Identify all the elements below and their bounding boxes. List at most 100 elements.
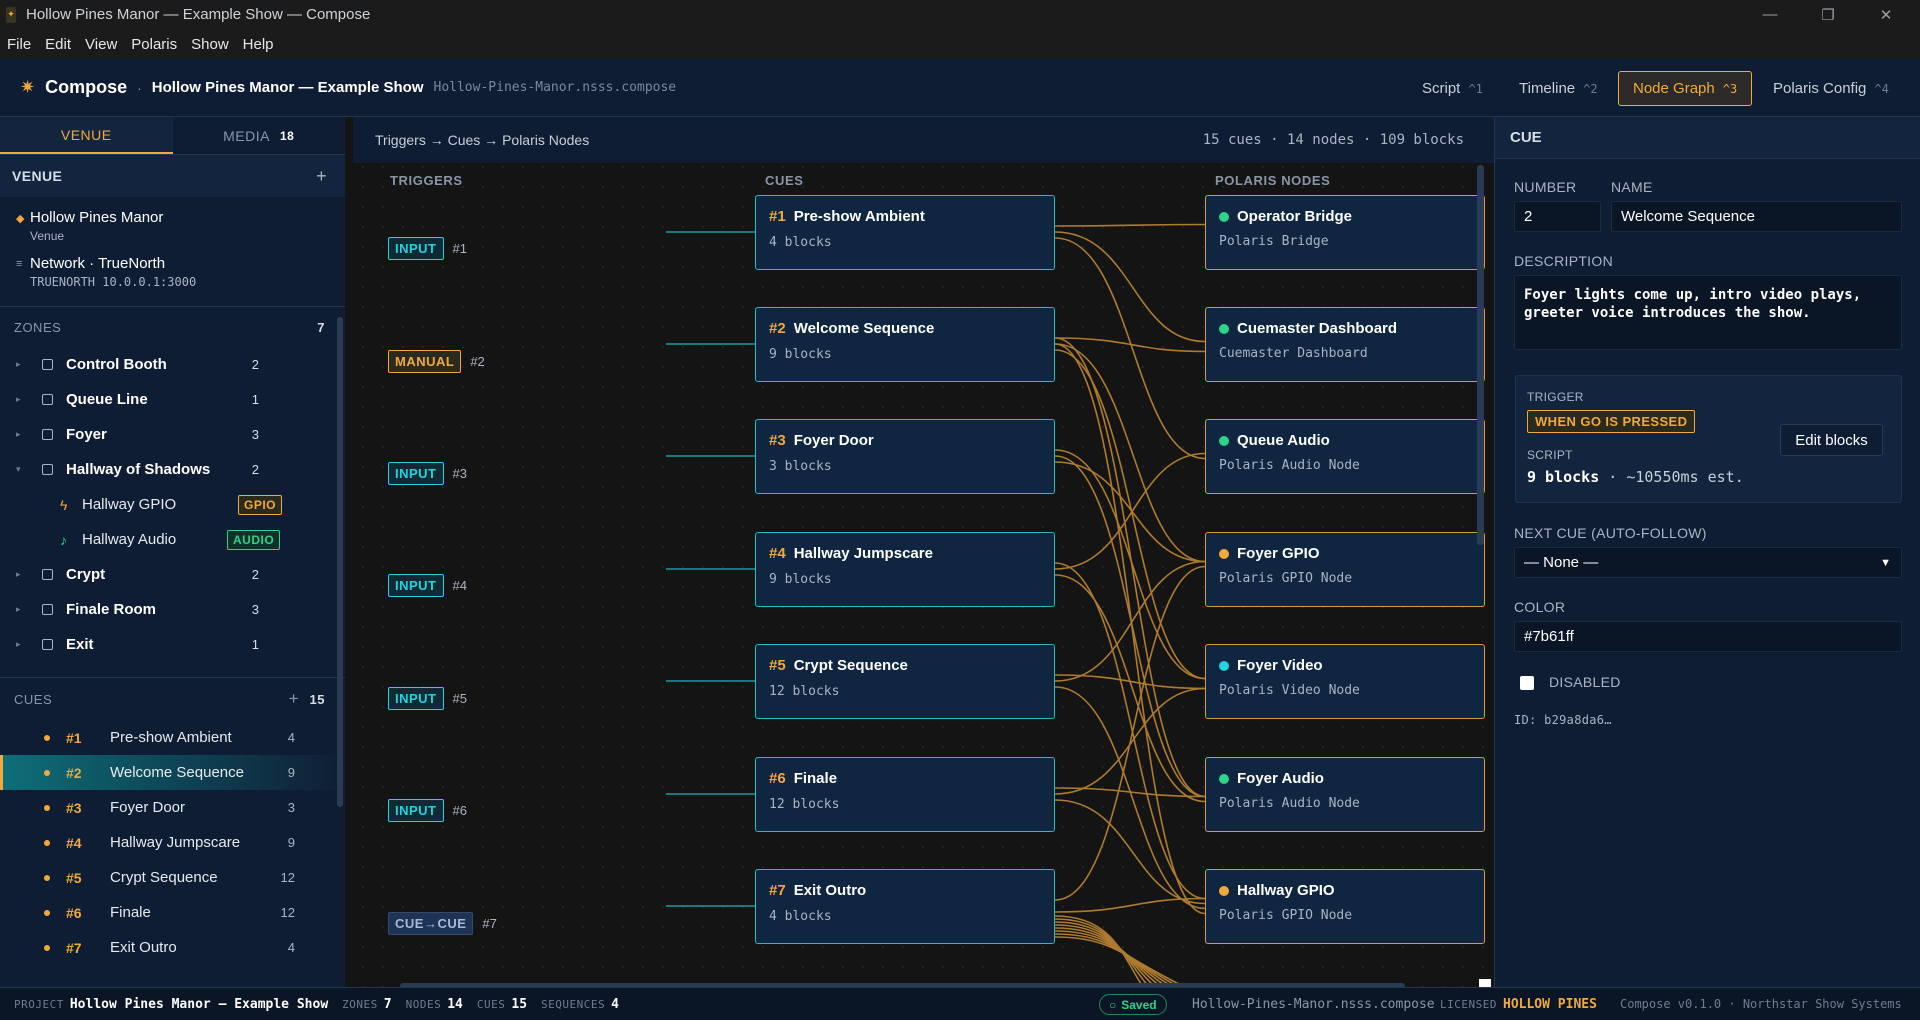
cue-number-input[interactable]: 2: [1514, 201, 1601, 232]
chevron-right-icon[interactable]: ▸: [16, 394, 28, 405]
sidebar-cue-6[interactable]: #6 Finale 12: [0, 895, 345, 930]
trigger-node-7[interactable]: CUE→CUE #7: [388, 912, 497, 935]
zone-crypt[interactable]: ▸ Crypt 2: [0, 557, 345, 592]
polaris-node-foyer-video[interactable]: Foyer Video Polaris Video Node: [1205, 644, 1485, 719]
tab-polaris-config[interactable]: Polaris Config ^4: [1759, 71, 1903, 106]
sidebar-cue-7[interactable]: #7 Exit Outro 4: [0, 930, 345, 965]
polaris-node-foyer-gpio[interactable]: Foyer GPIO Polaris GPIO Node: [1205, 532, 1485, 607]
network-name: Network · TrueNorth: [30, 255, 166, 272]
zone-foyer[interactable]: ▸ Foyer 3: [0, 417, 345, 452]
chevron-right-icon[interactable]: ▸: [16, 604, 28, 615]
polaris-node-queue-audio[interactable]: Queue Audio Polaris Audio Node: [1205, 419, 1485, 494]
cue-node-1[interactable]: #1 Pre-show Ambient 4 blocks: [755, 195, 1055, 270]
cue-node-name: Crypt Sequence: [793, 657, 908, 674]
add-cue-button[interactable]: +: [289, 689, 299, 709]
status-dot-icon: [1219, 435, 1229, 446]
cue-node-4[interactable]: #4 Hallway Jumpscare 9 blocks: [755, 532, 1055, 607]
chevron-right-icon[interactable]: ▸: [16, 359, 28, 370]
sidebar-cue-5[interactable]: #5 Crypt Sequence 12: [0, 860, 345, 895]
cue-node-5[interactable]: #5 Crypt Sequence 12 blocks: [755, 644, 1055, 719]
trigger-index: #6: [452, 803, 467, 818]
chevron-right-icon[interactable]: ▸: [16, 569, 28, 580]
window-title: Hollow Pines Manor — Example Show — Comp…: [26, 6, 371, 23]
polaris-node-operator-bridge[interactable]: Operator Bridge Polaris Bridge: [1205, 195, 1485, 270]
cues-section-header: CUES + 15: [0, 678, 345, 720]
venue-item-manor[interactable]: ◆ Hollow Pines Manor Venue: [0, 203, 345, 249]
menu-file[interactable]: File: [7, 36, 31, 53]
sidebar-scrollbar[interactable]: [337, 317, 343, 807]
zone-child-hallway-audio[interactable]: ♪ Hallway Audio AUDIO: [0, 522, 345, 557]
menu-edit[interactable]: Edit: [45, 36, 71, 53]
cue-number: #4: [66, 834, 82, 851]
next-cue-select[interactable]: — None — ▼: [1514, 547, 1902, 578]
gpio-tag: GPIO: [238, 494, 283, 515]
zone-control-booth[interactable]: ▸ Control Booth 2: [0, 347, 345, 382]
restore-icon[interactable]: ❐: [1805, 0, 1851, 29]
zones-count: 7: [317, 319, 325, 335]
trigger-node-1[interactable]: INPUT #1: [388, 237, 467, 260]
tab-media[interactable]: MEDIA 18: [173, 117, 346, 154]
zone-hallway-of-shadows[interactable]: ▾ Hallway of Shadows 2: [0, 452, 345, 487]
disabled-checkbox[interactable]: [1520, 676, 1534, 690]
description-textarea[interactable]: Foyer lights come up, intro video plays,…: [1514, 275, 1902, 350]
script-estimate: · ~10550ms est.: [1608, 468, 1744, 486]
zone-count: 1: [251, 392, 259, 407]
zone-queue-line[interactable]: ▸ Queue Line 1: [0, 382, 345, 417]
cue-node-6[interactable]: #6 Finale 12 blocks: [755, 757, 1055, 832]
chevron-right-icon[interactable]: ▸: [16, 639, 28, 650]
trigger-type-badge: INPUT: [388, 687, 444, 710]
edit-blocks-button[interactable]: Edit blocks: [1780, 424, 1883, 456]
cue-name: Exit Outro: [110, 939, 177, 956]
zone-exit[interactable]: ▸ Exit 1: [0, 627, 345, 662]
zone-finale-room[interactable]: ▸ Finale Room 3: [0, 592, 345, 627]
node-name: Foyer Audio: [1237, 770, 1324, 787]
venue-item-network[interactable]: ≡ Network · TrueNorth TRUENORTH 10.0.0.1:…: [0, 249, 345, 295]
polaris-node-foyer-audio[interactable]: Foyer Audio Polaris Audio Node: [1205, 757, 1485, 832]
sidebar-cue-3[interactable]: #3 Foyer Door 3: [0, 790, 345, 825]
tab-venue[interactable]: VENUE: [0, 117, 173, 154]
cue-name: Pre-show Ambient: [110, 729, 232, 746]
menu-help[interactable]: Help: [243, 36, 274, 53]
lightning-icon: ϟ: [60, 496, 68, 513]
script-label: SCRIPT: [1527, 448, 1573, 462]
menu-show[interactable]: Show: [191, 36, 229, 53]
nodes-status-label: NODES: [405, 997, 442, 1011]
menu-polaris[interactable]: Polaris: [131, 36, 177, 53]
tab-script[interactable]: Script ^1: [1408, 71, 1497, 106]
chevron-right-icon[interactable]: ▸: [16, 429, 28, 440]
zone-name: Hallway of Shadows: [66, 461, 211, 478]
zones-status-value: 7: [383, 996, 392, 1012]
canvas-vertical-scrollbar[interactable]: [1477, 165, 1484, 545]
cue-node-3[interactable]: #3 Foyer Door 3 blocks: [755, 419, 1055, 494]
cue-node-2[interactable]: #2 Welcome Sequence 9 blocks: [755, 307, 1055, 382]
trigger-node-6[interactable]: INPUT #6: [388, 799, 467, 822]
close-icon[interactable]: ✕: [1863, 0, 1909, 29]
trigger-index: #5: [452, 691, 467, 706]
trigger-node-2[interactable]: MANUAL #2: [388, 350, 485, 373]
trigger-node-3[interactable]: INPUT #3: [388, 462, 467, 485]
minimize-icon[interactable]: —: [1747, 0, 1793, 29]
zone-name: Crypt: [66, 566, 106, 583]
sidebar-cue-2[interactable]: #2 Welcome Sequence 9: [0, 755, 345, 790]
sidebar-cue-1[interactable]: #1 Pre-show Ambient 4: [0, 720, 345, 755]
saved-status-badge: ○ Saved: [1099, 994, 1167, 1015]
menu-bar: File Edit View Polaris Show Help: [0, 29, 1920, 59]
sidebar-cue-4[interactable]: #4 Hallway Jumpscare 9: [0, 825, 345, 860]
polaris-node-hallway-gpio[interactable]: Hallway GPIO Polaris GPIO Node: [1205, 869, 1485, 944]
zone-child-hallway-gpio[interactable]: ϟ Hallway GPIO GPIO: [0, 487, 345, 522]
chevron-down-icon[interactable]: ▾: [16, 464, 28, 475]
node-graph-canvas[interactable]: Triggers → Cues → Polaris Nodes 15 cues …: [353, 117, 1494, 987]
color-input[interactable]: #7b61ff: [1514, 621, 1902, 652]
tab-timeline[interactable]: Timeline ^2: [1505, 71, 1612, 106]
cue-node-7[interactable]: #7 Exit Outro 4 blocks: [755, 869, 1055, 944]
tab-node-graph[interactable]: Node Graph ^3: [1618, 71, 1753, 106]
add-venue-button[interactable]: +: [316, 166, 327, 187]
trigger-node-4[interactable]: INPUT #4: [388, 574, 467, 597]
trigger-label: TRIGGER: [1527, 390, 1584, 404]
next-cue-label: NEXT CUE (AUTO-FOLLOW): [1514, 525, 1707, 541]
polaris-node-cuemaster-dashboard[interactable]: Cuemaster Dashboard Cuemaster Dashboard: [1205, 307, 1485, 382]
trigger-node-5[interactable]: INPUT #5: [388, 687, 467, 710]
menu-view[interactable]: View: [85, 36, 117, 53]
project-label: PROJECT: [14, 997, 64, 1011]
cue-name-input[interactable]: Welcome Sequence: [1611, 201, 1902, 232]
